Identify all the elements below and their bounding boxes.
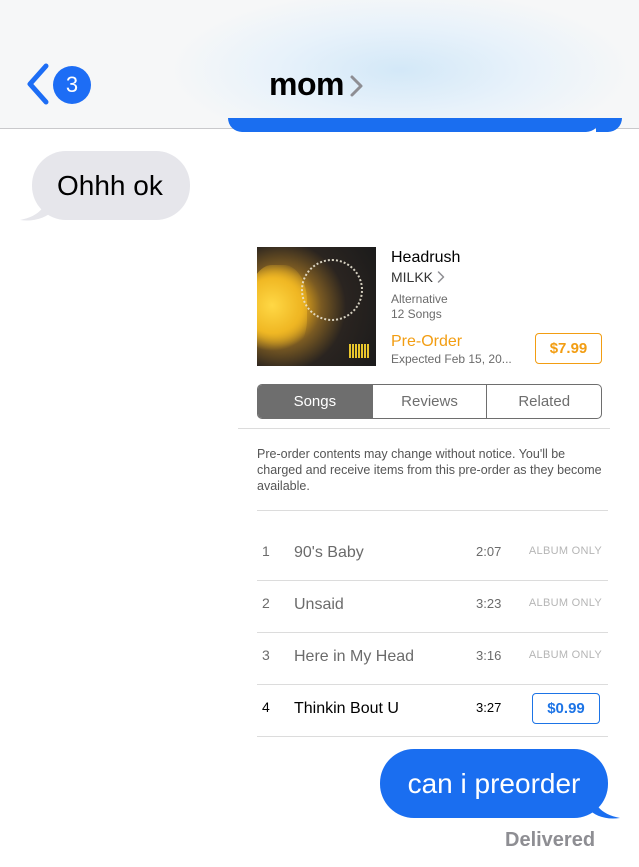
incoming-message-text: Ohhh ok [57, 169, 163, 201]
track-duration: 3:27 [476, 700, 502, 715]
track-title: Thinkin Bout U [294, 700, 399, 717]
track-title: Here in My Head [294, 648, 415, 665]
track-price-button[interactable]: $0.99 [532, 693, 600, 724]
album-only-label: ALBUM ONLY [528, 649, 602, 661]
chevron-left-icon [27, 63, 49, 105]
album-artwork[interactable] [257, 247, 376, 366]
track-number: 1 [262, 543, 270, 559]
track-title: 90's Baby [294, 544, 364, 561]
track-row[interactable]: 2 Unsaid 3:23 ALBUM ONLY [257, 581, 608, 633]
album-artist-link[interactable]: MILKK [391, 269, 445, 285]
delivery-status: Delivered [505, 829, 596, 851]
artwork-barcode [349, 344, 369, 358]
track-number: 2 [262, 595, 270, 611]
track-list: 1 90's Baby 2:07 ALBUM ONLY 2 Unsaid 3:2… [257, 529, 608, 737]
track-number: 3 [262, 647, 270, 663]
preorder-label: Pre-Order [391, 333, 463, 350]
album-title: Headrush [391, 249, 461, 266]
album-only-label: ALBUM ONLY [528, 545, 602, 557]
tab-reviews[interactable]: Reviews [371, 385, 487, 418]
album-song-count: 12 Songs [391, 307, 442, 321]
track-row[interactable]: 1 90's Baby 2:07 ALBUM ONLY [257, 529, 608, 581]
back-button[interactable]: 3 [24, 61, 104, 107]
incoming-message-bubble[interactable]: Ohhh ok [32, 151, 190, 220]
previous-message-tail [596, 118, 622, 132]
track-number: 4 [262, 699, 270, 715]
expected-release-date: Expected Feb 15, 20... [391, 352, 512, 366]
contact-details-button[interactable]: mom [269, 62, 365, 106]
chevron-right-icon [350, 75, 363, 97]
track-duration: 3:16 [476, 648, 502, 663]
album-preview-card[interactable]: Headrush MILKK Alternative 12 Songs Pre-… [238, 232, 610, 742]
track-title: Unsaid [294, 596, 344, 613]
divider [257, 510, 608, 511]
contact-name: mom [269, 65, 344, 102]
album-artist: MILKK [391, 269, 434, 285]
chevron-right-icon [437, 271, 445, 283]
album-only-label: ALBUM ONLY [528, 597, 602, 609]
album-section-tabs: Songs Reviews Related [257, 384, 602, 419]
conversation-header: 3 mom [0, 0, 639, 132]
album-price-button[interactable]: $7.99 [535, 333, 602, 364]
tab-related[interactable]: Related [486, 385, 601, 418]
album-genre: Alternative [391, 292, 448, 306]
track-duration: 3:23 [476, 596, 502, 611]
tab-songs[interactable]: Songs [258, 385, 372, 418]
unread-count-badge: 3 [53, 66, 91, 104]
divider [238, 428, 610, 429]
preorder-notice: Pre-order contents may change without no… [257, 447, 602, 493]
outgoing-message-bubble[interactable]: can i preorder [380, 749, 608, 818]
outgoing-message-text: can i preorder [407, 767, 581, 799]
previous-message-bubble [228, 118, 600, 132]
track-row[interactable]: 3 Here in My Head 3:16 ALBUM ONLY [257, 633, 608, 685]
track-row[interactable]: 4 Thinkin Bout U 3:27 $0.99 [257, 685, 608, 737]
track-duration: 2:07 [476, 544, 502, 559]
